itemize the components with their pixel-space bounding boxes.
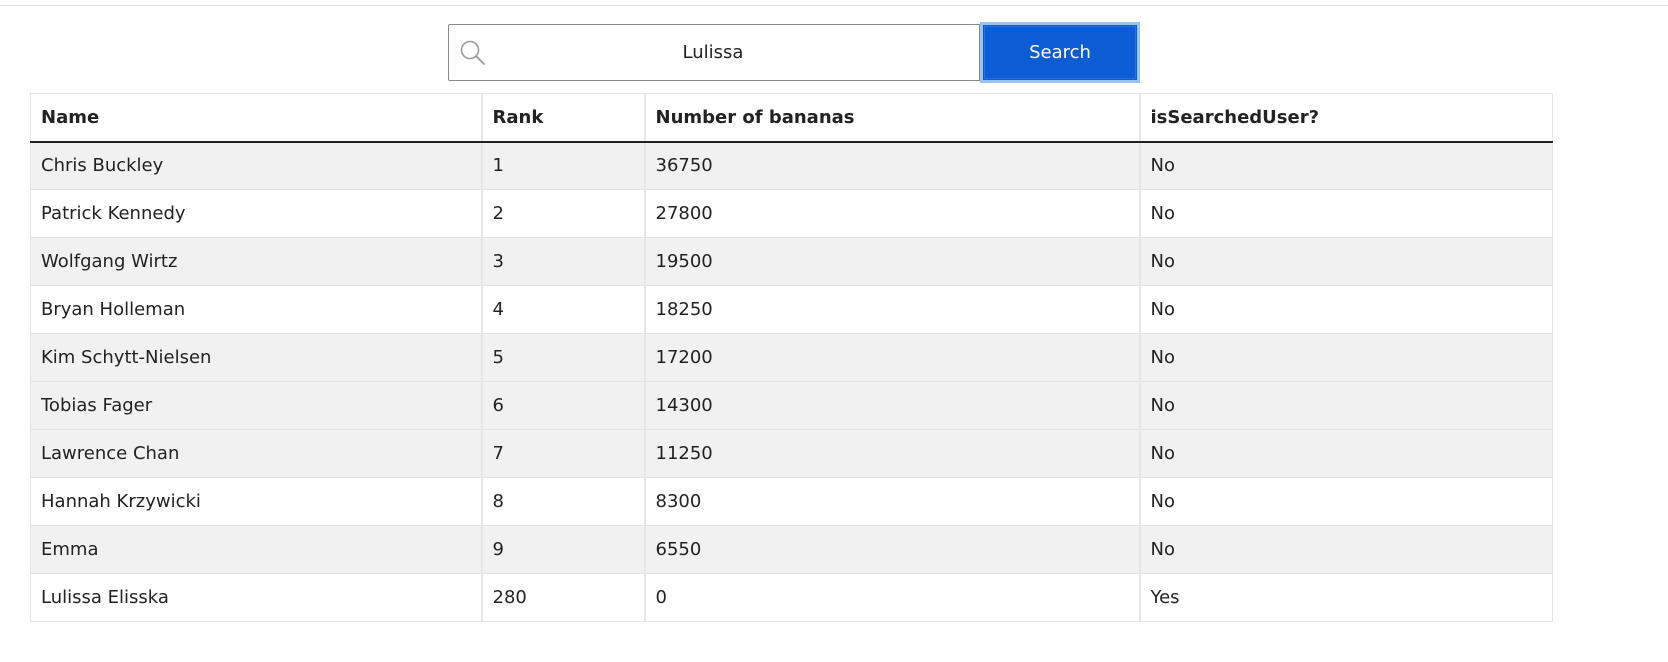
- table-row: Chris Buckley 1 36750 No: [30, 141, 1553, 190]
- cell-bananas: 6550: [643, 525, 1140, 574]
- table-row: Emma 9 6550 No: [30, 525, 1553, 574]
- leaderboard-table: Name Rank Number of bananas isSearchedUs…: [30, 93, 1553, 622]
- cell-bananas: 18250: [643, 285, 1140, 334]
- cell-rank: 3: [480, 237, 645, 286]
- cell-name: Lawrence Chan: [30, 429, 482, 478]
- cell-bananas: 11250: [643, 429, 1140, 478]
- cell-is-searched-user: No: [1138, 141, 1553, 190]
- cell-bananas: 17200: [643, 333, 1140, 382]
- cell-name: Lulissa Elisska: [30, 573, 482, 622]
- cell-name: Emma: [30, 525, 482, 574]
- column-header-rank: Rank: [480, 93, 645, 143]
- cell-bananas: 14300: [643, 381, 1140, 430]
- cell-is-searched-user: No: [1138, 237, 1553, 286]
- cell-is-searched-user: No: [1138, 381, 1553, 430]
- column-header-is-searched-user: isSearchedUser?: [1138, 93, 1553, 143]
- cell-rank: 9: [480, 525, 645, 574]
- cell-rank: 1: [480, 141, 645, 190]
- cell-is-searched-user: Yes: [1138, 573, 1553, 622]
- cell-bananas: 36750: [643, 141, 1140, 190]
- cell-bananas: 19500: [643, 237, 1140, 286]
- top-divider: [0, 5, 1668, 6]
- search-input[interactable]: [493, 25, 933, 80]
- cell-is-searched-user: No: [1138, 429, 1553, 478]
- cell-rank: 5: [480, 333, 645, 382]
- cell-rank: 8: [480, 477, 645, 526]
- cell-is-searched-user: No: [1138, 285, 1553, 334]
- table-row: Bryan Holleman 4 18250 No: [30, 285, 1553, 334]
- table-row: Lawrence Chan 7 11250 No: [30, 429, 1553, 478]
- table-row: Kim Schytt-Nielsen 5 17200 No: [30, 333, 1553, 382]
- cell-is-searched-user: No: [1138, 333, 1553, 382]
- cell-name: Chris Buckley: [30, 141, 482, 190]
- cell-rank: 7: [480, 429, 645, 478]
- table-row: Wolfgang Wirtz 3 19500 No: [30, 237, 1553, 286]
- cell-name: Tobias Fager: [30, 381, 482, 430]
- search-box: [448, 24, 980, 81]
- search-icon: [460, 40, 485, 65]
- column-header-name: Name: [30, 93, 482, 143]
- column-header-bananas: Number of bananas: [643, 93, 1140, 143]
- table-row: Hannah Krzywicki 8 8300 No: [30, 477, 1553, 526]
- cell-bananas: 27800: [643, 189, 1140, 238]
- table-row: Tobias Fager 6 14300 No: [30, 381, 1553, 430]
- cell-rank: 6: [480, 381, 645, 430]
- cell-bananas: 8300: [643, 477, 1140, 526]
- cell-name: Bryan Holleman: [30, 285, 482, 334]
- leaderboard-table-container: Name Rank Number of bananas isSearchedUs…: [30, 93, 1553, 622]
- cell-is-searched-user: No: [1138, 477, 1553, 526]
- cell-name: Patrick Kennedy: [30, 189, 482, 238]
- cell-rank: 280: [480, 573, 645, 622]
- cell-name: Kim Schytt-Nielsen: [30, 333, 482, 382]
- table-header-row: Name Rank Number of bananas isSearchedUs…: [30, 93, 1553, 143]
- cell-is-searched-user: No: [1138, 525, 1553, 574]
- search-bar: Search: [448, 22, 1140, 83]
- search-button[interactable]: Search: [980, 22, 1140, 83]
- cell-rank: 2: [480, 189, 645, 238]
- table-row: Lulissa Elisska 280 0 Yes: [30, 573, 1553, 622]
- cell-rank: 4: [480, 285, 645, 334]
- cell-bananas: 0: [643, 573, 1140, 622]
- cell-is-searched-user: No: [1138, 189, 1553, 238]
- cell-name: Hannah Krzywicki: [30, 477, 482, 526]
- table-row: Patrick Kennedy 2 27800 No: [30, 189, 1553, 238]
- cell-name: Wolfgang Wirtz: [30, 237, 482, 286]
